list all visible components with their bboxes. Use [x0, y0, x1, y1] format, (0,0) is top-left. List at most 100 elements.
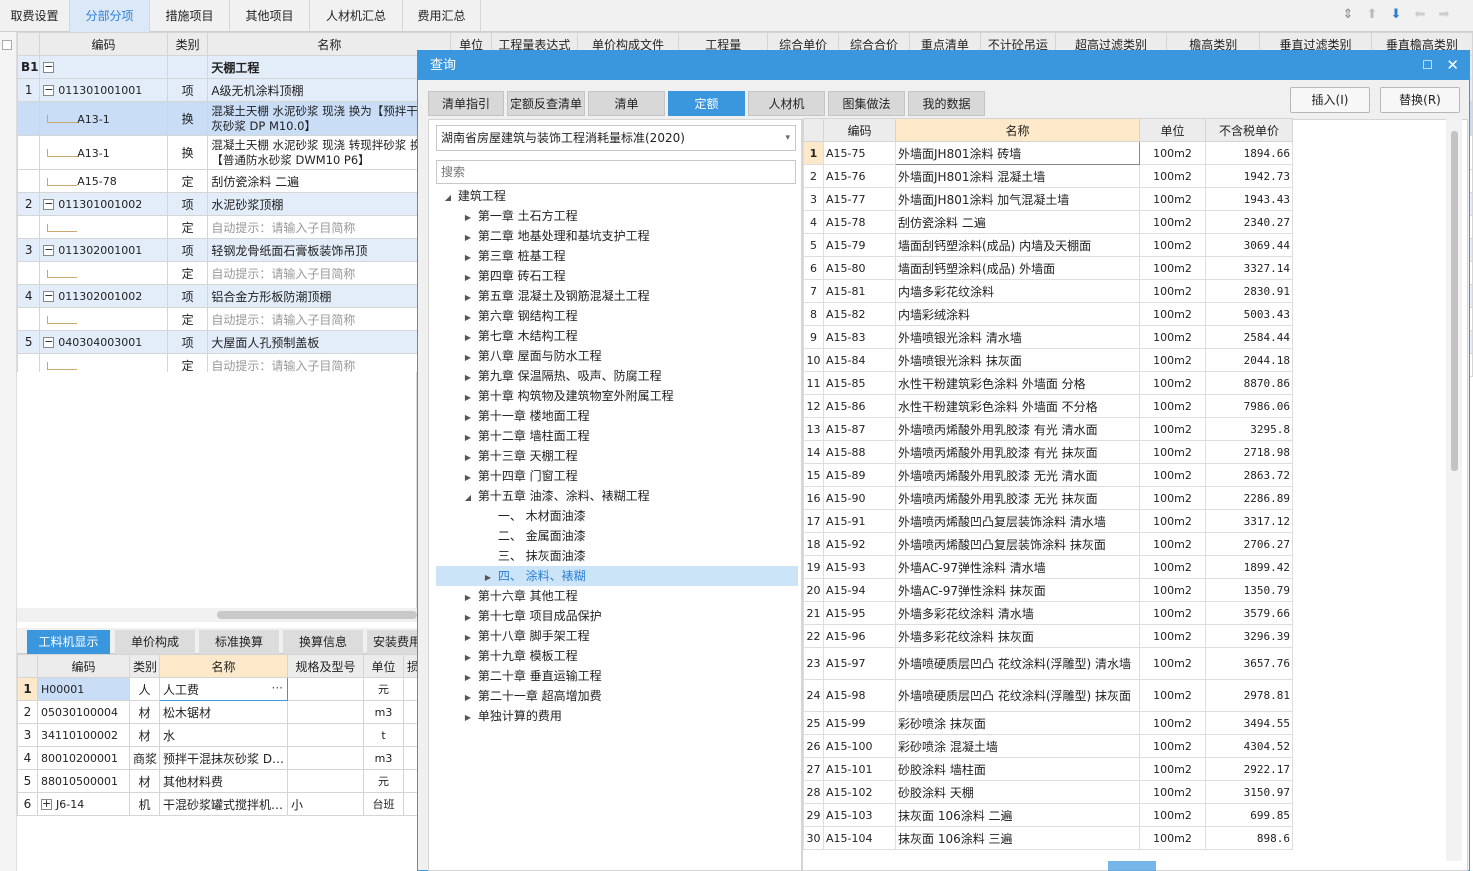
tab-cost-summary[interactable]: 费用汇总	[403, 0, 481, 32]
tree-item[interactable]: ▶ 第二章 地基处理和基坑支护工程	[436, 226, 798, 246]
collapse-icon[interactable]: −	[43, 336, 55, 348]
expand-icon[interactable]: +	[41, 798, 52, 810]
table-row[interactable]: 7 A15-81 内墙多彩花纹涂料 100m2 2830.91	[803, 279, 1293, 303]
row-name[interactable]: 干混砂浆罐式搅拌机…	[159, 792, 288, 816]
table-row[interactable]: 6 + J6-14 机干混砂浆罐式搅拌机… 小台班	[17, 792, 418, 816]
move-up-icon[interactable]: ⬆	[1363, 6, 1381, 24]
table-row[interactable]: 17 A15-91 外墙喷丙烯酸凹凸复层装饰涂料 清水墙 100m2 3317.12	[803, 509, 1293, 533]
table-row[interactable]: 16 A15-90 外墙喷丙烯酸外用乳胶漆 无光 抹灰面 100m2 2286.89	[803, 486, 1293, 510]
tree-item[interactable]: ▶ 第六章 钢结构工程	[436, 306, 798, 326]
table-row[interactable]: 30 A15-104 抹灰面 106涂料 三遍 100m2 898.6	[803, 826, 1293, 850]
table-row[interactable]: 5 88010500001 材其他材料费 元	[17, 769, 418, 793]
table-row[interactable]: 3 A15-77 外墙面JH801涂料 加气混凝土墙 100m2 1943.43	[803, 187, 1293, 211]
row-code[interactable]: 34110100002	[37, 723, 130, 747]
table-row[interactable]: 3 34110100002 材水 t	[17, 723, 418, 747]
splitter-handle[interactable]	[1108, 861, 1156, 871]
tab-conversion-info[interactable]: 换算信息	[283, 630, 363, 654]
section-name[interactable]: 天棚工程	[207, 55, 452, 79]
row-name[interactable]: 混凝土天棚 水泥砂浆 现浇 换为【预拌干混抹灰砂浆 DP M10.0】	[207, 101, 452, 136]
tree-item[interactable]: ▶ 四、 涂料、裱糊	[436, 566, 798, 586]
collapsed-arrow-icon[interactable]: ▶	[462, 388, 474, 408]
collapsed-arrow-icon[interactable]: ▶	[462, 268, 474, 288]
row-name[interactable]: A级无机涂料顶棚	[207, 78, 452, 102]
collapsed-arrow-icon[interactable]: ▶	[462, 608, 474, 628]
row-code[interactable]: 05030100004	[37, 700, 130, 724]
table-row[interactable]: 15 A15-89 外墙喷丙烯酸外用乳胶漆 无光 清水面 100m2 2863.72	[803, 463, 1293, 487]
row-name[interactable]: 刮仿瓷涂料 二遍	[207, 169, 452, 193]
row-spec[interactable]	[287, 700, 364, 724]
tree-item[interactable]: ▶ 第十八章 脚手架工程	[436, 626, 798, 646]
table-row[interactable]: 6 A15-80 墙面刮钙塑涂料(成品) 外墙面 100m2 3327.14	[803, 256, 1293, 280]
collapsed-arrow-icon[interactable]: ▶	[462, 228, 474, 248]
tree-item[interactable]: ◢ 建筑工程	[436, 186, 798, 206]
collapsed-arrow-icon[interactable]: ▶	[462, 248, 474, 268]
replace-button[interactable]: 替换(R)	[1380, 87, 1460, 113]
collapsed-arrow-icon[interactable]: ▶	[462, 348, 474, 368]
row-name[interactable]: 轻钢龙骨纸面石膏板装饰吊顶	[207, 238, 452, 262]
tab-labor-material[interactable]: 人材机	[748, 91, 825, 116]
tree-item[interactable]: ▶ 第八章 屋面与防水工程	[436, 346, 798, 366]
tree-item[interactable]: ▶ 第十六章 其他工程	[436, 586, 798, 606]
row-name[interactable]: 铝合金方形板防潮顶棚	[207, 284, 452, 308]
table-row[interactable]: 26 A15-100 彩砂喷涂 混凝土墙 100m2 4304.52	[803, 734, 1293, 758]
table-row[interactable]: 23 A15-97 外墙喷硬质层凹凸 花纹涂料(浮雕型) 清水墙 100m2 3657.…	[803, 647, 1293, 680]
mcol-type[interactable]: 类别	[129, 654, 160, 678]
expanded-arrow-icon[interactable]: ◢	[442, 188, 454, 208]
expanded-arrow-icon[interactable]: ◢	[462, 488, 474, 508]
mcol-spec[interactable]: 规格及型号	[287, 654, 364, 678]
tab-sub-items[interactable]: 分部分项	[70, 0, 150, 32]
sidebar-toggle-icon[interactable]	[2, 40, 12, 50]
rcol-code[interactable]: 编码	[823, 118, 896, 142]
tab-list-guide[interactable]: 清单指引	[428, 91, 504, 116]
maximize-icon[interactable]: ☐	[1422, 51, 1433, 80]
tree-item[interactable]: ▶ 第四章 砖石工程	[436, 266, 798, 286]
tree-item[interactable]: ▶ 第九章 保温隔热、吸声、防腐工程	[436, 366, 798, 386]
collapsed-arrow-icon[interactable]: ▶	[462, 408, 474, 428]
tree-item[interactable]: ▶ 第五章 混凝土及钢筋混凝土工程	[436, 286, 798, 306]
tab-my-data[interactable]: 我的数据	[908, 91, 985, 116]
search-input[interactable]	[436, 160, 796, 184]
collapsed-arrow-icon[interactable]: ▶	[482, 568, 494, 588]
row-name[interactable]: 预拌干混抹灰砂浆 D…	[159, 746, 288, 770]
rcol-name[interactable]: 名称	[895, 118, 1140, 142]
collapse-icon[interactable]: −	[43, 84, 55, 96]
mcol-name[interactable]: 名称	[159, 654, 288, 678]
rcol-price[interactable]: 不含税单价	[1205, 118, 1293, 142]
collapsed-arrow-icon[interactable]: ▶	[462, 208, 474, 228]
collapsed-arrow-icon[interactable]: ▶	[462, 668, 474, 688]
tab-fee-settings[interactable]: 取费设置	[0, 0, 70, 32]
table-row[interactable]: 21 A15-95 外墙多彩花纹涂料 清水墙 100m2 3579.66	[803, 601, 1293, 625]
table-row[interactable]: 1 A15-75 外墙面JH801涂料 砖墙 100m2 1894.66	[803, 141, 1293, 165]
row-code[interactable]: 80010200001	[37, 746, 130, 770]
row-name[interactable]: 水	[159, 723, 288, 747]
table-row[interactable]: 4 A15-78 刮仿瓷涂料 二遍 100m2 2340.27	[803, 210, 1293, 234]
table-row[interactable]: 14 A15-88 外墙喷丙烯酸外用乳胶漆 有光 抹灰面 100m2 2718.98	[803, 440, 1293, 464]
collapse-icon[interactable]: −	[43, 244, 55, 256]
move-right-icon[interactable]: ➡	[1435, 6, 1453, 24]
table-row[interactable]: 27 A15-101 砂胶涂料 墙柱面 100m2 2922.17	[803, 757, 1293, 781]
insert-button[interactable]: 插入(I)	[1290, 87, 1370, 113]
tab-quota[interactable]: 定额	[668, 91, 745, 116]
tree-item[interactable]: ▶ 第十七章 项目成品保护	[436, 606, 798, 626]
results-scrollbar[interactable]	[1446, 119, 1462, 861]
tree-item[interactable]: ▶ 第十章 构筑物及建筑物室外附属工程	[436, 386, 798, 406]
row-spec[interactable]	[287, 769, 364, 793]
tab-price-composition[interactable]: 单价构成	[115, 630, 195, 654]
tree-item[interactable]: ▶ 第十二章 墙柱面工程	[436, 426, 798, 446]
row-name[interactable]: 自动提示：请输入子目简称	[207, 215, 452, 239]
table-row[interactable]: 2 05030100004 材松木锯材 m3	[17, 700, 418, 724]
collapse-icon[interactable]: ⇕	[1339, 6, 1357, 24]
tab-quota-reverse[interactable]: 定额反查清单	[507, 91, 585, 116]
table-row[interactable]: 24 A15-98 外墙喷硬质层凹凸 花纹涂料(浮雕型) 抹灰面 100m2 2978.…	[803, 679, 1293, 712]
table-row[interactable]: 20 A15-94 外墙AC-97弹性涂料 抹灰面 100m2 1350.79	[803, 578, 1293, 602]
mcol-unit[interactable]: 单位	[363, 654, 404, 678]
table-row[interactable]: 25 A15-99 彩砂喷涂 抹灰面 100m2 3494.55	[803, 711, 1293, 735]
row-spec[interactable]: 小	[287, 792, 364, 816]
tree-item[interactable]: ▶ 第十四章 门窗工程	[436, 466, 798, 486]
tab-other-items[interactable]: 其他项目	[230, 0, 310, 32]
collapse-icon[interactable]: −	[43, 290, 55, 302]
row-name[interactable]: 自动提示：请输入子目简称	[207, 307, 452, 331]
row-name[interactable]: 松木锯材	[159, 700, 288, 724]
tab-standard-conversion[interactable]: 标准换算	[199, 630, 279, 654]
table-row[interactable]: 22 A15-96 外墙多彩花纹涂料 抹灰面 100m2 3296.39	[803, 624, 1293, 648]
